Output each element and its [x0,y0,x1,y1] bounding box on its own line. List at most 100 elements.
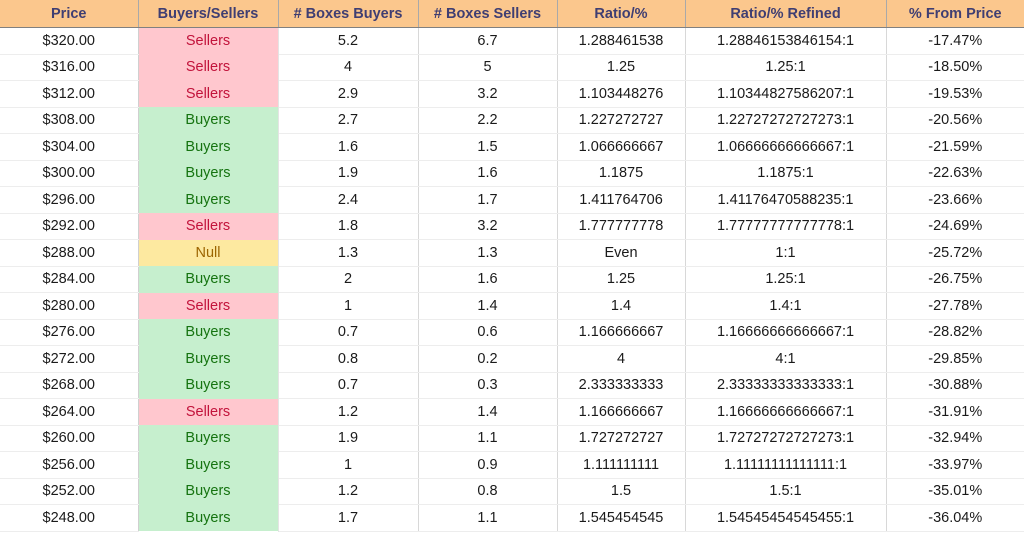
cell-boxes-buyers[interactable]: 1.9 [278,160,419,187]
cell-price[interactable]: $292.00 [0,213,139,240]
status-badge-sellers[interactable]: Sellers [138,213,279,240]
cell-ratio-refined[interactable]: 1.5:1 [685,478,887,505]
cell-ratio-refined[interactable]: 1.77777777777778:1 [685,213,887,240]
cell-boxes-sellers[interactable]: 1.4 [418,292,558,320]
cell-pct-from-price[interactable]: -25.72% [886,239,1024,267]
cell-ratio[interactable]: 1.288461538 [557,27,686,55]
cell-pct-from-price[interactable]: -33.97% [886,451,1024,479]
status-badge-buyers[interactable]: Buyers [138,425,279,452]
cell-boxes-sellers[interactable]: 1.4 [418,398,558,426]
status-badge-buyers[interactable]: Buyers [138,345,279,372]
status-badge-sellers[interactable]: Sellers [138,27,279,54]
table-row[interactable]: $304.00 Buyers 1.6 1.5 1.066666667 1.06666666… [0,133,1024,161]
cell-boxes-buyers[interactable]: 1.7 [278,504,419,532]
cell-boxes-sellers[interactable]: 0.2 [418,345,558,373]
cell-ratio[interactable]: 1.111111111 [557,451,686,479]
status-badge-buyers[interactable]: Buyers [138,160,279,187]
cell-pct-from-price[interactable]: -24.69% [886,213,1024,240]
cell-boxes-buyers[interactable]: 2 [278,266,419,293]
cell-ratio-refined[interactable]: 1.41176470588235:1 [685,186,887,214]
table-row[interactable]: $308.00 Buyers 2.7 2.2 1.227272727 1.22727272… [0,107,1024,134]
column-header-boxes-sellers[interactable]: # Boxes Sellers [418,0,558,28]
cell-price[interactable]: $284.00 [0,266,139,293]
cell-pct-from-price[interactable]: -19.53% [886,80,1024,108]
cell-boxes-sellers[interactable]: 1.1 [418,504,558,532]
cell-price[interactable]: $320.00 [0,27,139,55]
cell-boxes-buyers[interactable]: 1.9 [278,425,419,452]
cell-price[interactable]: $248.00 [0,504,139,532]
cell-ratio[interactable]: 1.166666667 [557,319,686,346]
cell-pct-from-price[interactable]: -23.66% [886,186,1024,214]
cell-ratio-refined[interactable]: 1.06666666666667:1 [685,133,887,161]
cell-ratio[interactable]: 1.777777778 [557,213,686,240]
cell-pct-from-price[interactable]: -36.04% [886,504,1024,532]
cell-ratio[interactable]: 1.25 [557,266,686,293]
status-badge-buyers[interactable]: Buyers [138,504,279,531]
cell-ratio-refined[interactable]: 1:1 [685,239,887,267]
cell-price[interactable]: $296.00 [0,186,139,214]
cell-boxes-buyers[interactable]: 1.2 [278,478,419,505]
cell-ratio[interactable]: 1.1875 [557,160,686,187]
cell-ratio[interactable]: 1.066666667 [557,133,686,161]
cell-price[interactable]: $280.00 [0,292,139,320]
cell-pct-from-price[interactable]: -17.47% [886,27,1024,55]
table-row[interactable]: $288.00 Null 1.3 1.3 Even 1:1 -25.72% [0,239,1024,267]
cell-boxes-sellers[interactable]: 1.6 [418,160,558,187]
cell-ratio-refined[interactable]: 1.4:1 [685,292,887,320]
cell-ratio-refined[interactable]: 1.25:1 [685,266,887,293]
table-row[interactable]: $320.00 Sellers 5.2 6.7 1.288461538 1.2884615… [0,27,1024,55]
table-row[interactable]: $284.00 Buyers 2 1.6 1.25 1.25:1 -26.75% [0,266,1024,293]
cell-boxes-buyers[interactable]: 2.4 [278,186,419,214]
cell-price[interactable]: $316.00 [0,54,139,81]
cell-boxes-sellers[interactable]: 5 [418,54,558,81]
cell-ratio[interactable]: 1.25 [557,54,686,81]
cell-boxes-buyers[interactable]: 1.6 [278,133,419,161]
cell-boxes-sellers[interactable]: 2.2 [418,107,558,134]
cell-price[interactable]: $264.00 [0,398,139,426]
cell-ratio-refined[interactable]: 4:1 [685,345,887,373]
cell-price[interactable]: $288.00 [0,239,139,267]
cell-boxes-buyers[interactable]: 1.8 [278,213,419,240]
cell-ratio-refined[interactable]: 1.25:1 [685,54,887,81]
status-badge-buyers[interactable]: Buyers [138,451,279,478]
status-badge-sellers[interactable]: Sellers [138,292,279,319]
cell-boxes-sellers[interactable]: 3.2 [418,213,558,240]
cell-price[interactable]: $256.00 [0,451,139,479]
cell-ratio-refined[interactable]: 1.72727272727273:1 [685,425,887,452]
cell-boxes-sellers[interactable]: 0.9 [418,451,558,479]
cell-pct-from-price[interactable]: -18.50% [886,54,1024,81]
status-badge-buyers[interactable]: Buyers [138,133,279,160]
cell-boxes-sellers[interactable]: 6.7 [418,27,558,55]
cell-boxes-sellers[interactable]: 0.8 [418,478,558,505]
cell-pct-from-price[interactable]: -20.56% [886,107,1024,134]
column-header-ratio-refined[interactable]: Ratio/% Refined [685,0,887,28]
cell-ratio-refined[interactable]: 1.54545454545455:1 [685,504,887,532]
cell-boxes-sellers[interactable]: 1.3 [418,239,558,267]
table-row[interactable]: $260.00 Buyers 1.9 1.1 1.727272727 1.72727272… [0,425,1024,452]
table-row[interactable]: $256.00 Buyers 1 0.9 1.111111111 1.1111111111… [0,451,1024,479]
column-header-boxes-buyers[interactable]: # Boxes Buyers [278,0,419,28]
cell-price[interactable]: $268.00 [0,372,139,399]
cell-price[interactable]: $272.00 [0,345,139,373]
table-row[interactable]: $272.00 Buyers 0.8 0.2 4 4:1 -29.85% [0,345,1024,373]
status-badge-buyers[interactable]: Buyers [138,319,279,346]
table-row[interactable]: $268.00 Buyers 0.7 0.3 2.333333333 2.33333333… [0,372,1024,399]
status-badge-buyers[interactable]: Buyers [138,478,279,505]
table-row[interactable]: $312.00 Sellers 2.9 3.2 1.103448276 1.1034482… [0,80,1024,108]
cell-ratio[interactable]: 1.227272727 [557,107,686,134]
cell-boxes-buyers[interactable]: 1.2 [278,398,419,426]
column-header-buyers-sellers[interactable]: Buyers/Sellers [138,0,279,28]
status-badge-sellers[interactable]: Sellers [138,398,279,425]
cell-price[interactable]: $276.00 [0,319,139,346]
cell-pct-from-price[interactable]: -22.63% [886,160,1024,187]
table-row[interactable]: $292.00 Sellers 1.8 3.2 1.777777778 1.7777777… [0,213,1024,240]
cell-price[interactable]: $308.00 [0,107,139,134]
cell-ratio-refined[interactable]: 1.22727272727273:1 [685,107,887,134]
table-row[interactable]: $252.00 Buyers 1.2 0.8 1.5 1.5:1 -35.01% [0,478,1024,505]
cell-ratio[interactable]: 2.333333333 [557,372,686,399]
cell-price[interactable]: $252.00 [0,478,139,505]
cell-pct-from-price[interactable]: -21.59% [886,133,1024,161]
cell-price[interactable]: $312.00 [0,80,139,108]
cell-boxes-buyers[interactable]: 0.8 [278,345,419,373]
table-row[interactable]: $248.00 Buyers 1.7 1.1 1.545454545 1.54545454… [0,504,1024,532]
